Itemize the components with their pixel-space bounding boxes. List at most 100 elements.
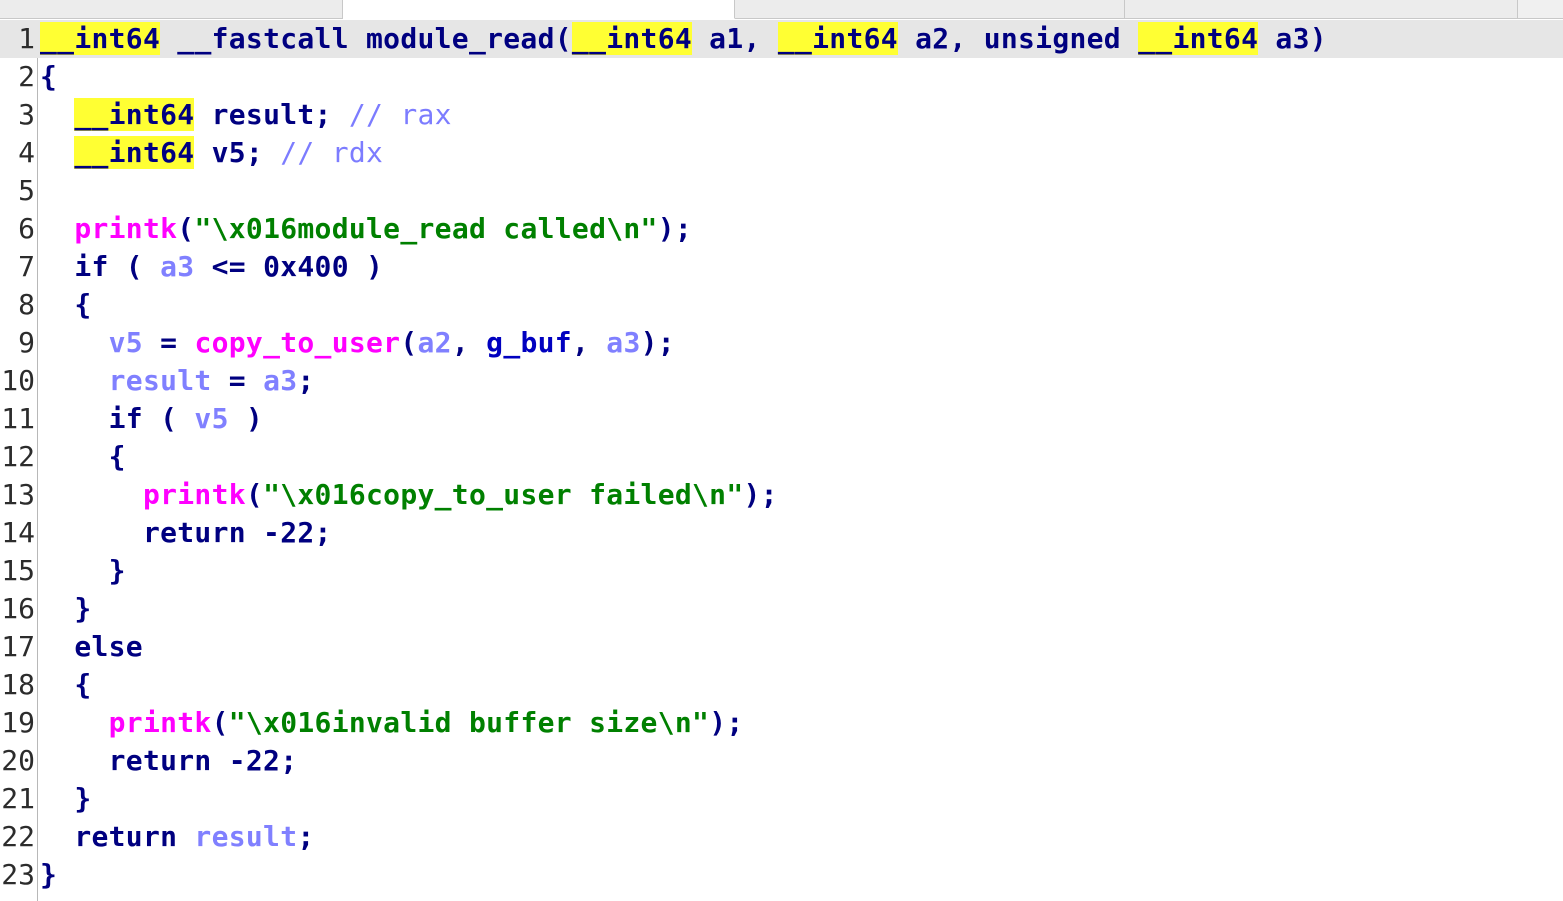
code-token[interactable]: { [40, 288, 91, 321]
code-token[interactable]: v5; [194, 136, 280, 169]
code-text[interactable]: __int64 result; // rax [40, 96, 452, 134]
code-token[interactable] [40, 364, 109, 397]
code-token[interactable]: // rax [349, 98, 452, 131]
code-token[interactable]: "\x016copy_to_user failed\n" [263, 478, 743, 511]
code-line[interactable]: 12 { [0, 438, 1563, 476]
code-text[interactable]: } [40, 552, 126, 590]
code-token[interactable]: a3 [160, 250, 194, 283]
code-token[interactable]: a3 [606, 326, 640, 359]
tab-4[interactable] [1125, 0, 1518, 18]
code-line[interactable]: 22 return result; [0, 818, 1563, 856]
code-token[interactable]: return [40, 820, 194, 853]
code-token[interactable]: printk [74, 212, 177, 245]
code-token[interactable]: printk [143, 478, 246, 511]
tab-1[interactable] [0, 0, 343, 18]
code-token[interactable]: } [40, 554, 126, 587]
code-token[interactable]: "\x016module_read called\n" [194, 212, 657, 245]
code-line[interactable]: 17 else [0, 628, 1563, 666]
code-token[interactable]: a3 [263, 364, 297, 397]
code-line[interactable]: 11 if ( v5 ) [0, 400, 1563, 438]
highlighted-token[interactable]: __int64 [40, 22, 161, 55]
code-token[interactable]: if ( [40, 402, 194, 435]
code-text[interactable]: else [40, 628, 143, 666]
code-text[interactable]: printk("\x016invalid buffer size\n"); [40, 704, 744, 742]
code-line[interactable]: 20 return -22; [0, 742, 1563, 780]
code-token[interactable]: return -22; [40, 516, 332, 549]
code-token[interactable]: } [40, 782, 91, 815]
code-token[interactable]: } [40, 858, 57, 891]
tab-2[interactable] [343, 0, 735, 19]
code-line[interactable]: 14 return -22; [0, 514, 1563, 552]
code-text[interactable]: __int64 __fastcall module_read(__int64 a… [40, 20, 1327, 58]
code-text[interactable]: printk("\x016copy_to_user failed\n"); [40, 476, 778, 514]
code-token[interactable] [40, 326, 109, 359]
code-token[interactable]: { [40, 668, 91, 701]
code-text[interactable]: result = a3; [40, 362, 315, 400]
code-line[interactable]: 2{ [0, 58, 1563, 96]
code-text[interactable]: { [40, 438, 126, 476]
code-token[interactable]: else [40, 630, 143, 663]
code-token[interactable] [40, 98, 74, 131]
code-line[interactable]: 1 __int64 __fastcall module_read(__int64 … [0, 20, 1563, 58]
code-token[interactable]: a1, [692, 22, 778, 55]
code-token[interactable]: // rdx [280, 136, 383, 169]
code-token[interactable]: printk [109, 706, 212, 739]
code-token[interactable]: ; [297, 820, 314, 853]
highlighted-token[interactable]: __int64 [777, 22, 898, 55]
code-token[interactable] [40, 136, 74, 169]
code-line[interactable]: 15 } [0, 552, 1563, 590]
code-token[interactable]: v5 [109, 326, 143, 359]
code-line[interactable]: 23} [0, 856, 1563, 894]
code-text[interactable]: __int64 v5; // rdx [40, 134, 383, 172]
code-line[interactable]: 4 __int64 v5; // rdx [0, 134, 1563, 172]
code-token[interactable]: a3) [1258, 22, 1327, 55]
code-text[interactable]: v5 = copy_to_user(a2, g_buf, a3); [40, 324, 675, 362]
code-token[interactable]: ); [744, 478, 778, 511]
code-token[interactable]: if ( [40, 250, 160, 283]
code-token[interactable]: , [572, 326, 606, 359]
code-token[interactable]: { [40, 440, 126, 473]
code-text[interactable]: return -22; [40, 742, 297, 780]
code-token[interactable]: a2, unsigned [898, 22, 1138, 55]
code-token[interactable]: = [212, 364, 263, 397]
code-token[interactable]: ( [400, 326, 417, 359]
code-token[interactable]: ( [246, 478, 263, 511]
code-text[interactable]: return result; [40, 818, 315, 856]
code-line[interactable]: 19 printk("\x016invalid buffer size\n"); [0, 704, 1563, 742]
code-token[interactable]: __fastcall module_read( [177, 22, 572, 55]
code-line[interactable]: 8 { [0, 286, 1563, 324]
code-text[interactable]: if ( v5 ) [40, 400, 263, 438]
code-token[interactable]: g_buf [486, 326, 572, 359]
code-token[interactable] [40, 212, 74, 245]
highlighted-token[interactable]: __int64 [571, 22, 693, 55]
code-token[interactable] [40, 478, 143, 511]
tab-3[interactable] [735, 0, 1125, 18]
code-token[interactable]: } [40, 592, 91, 625]
code-token[interactable] [40, 706, 109, 739]
code-text[interactable]: } [40, 590, 91, 628]
code-line[interactable]: 13 printk("\x016copy_to_user failed\n"); [0, 476, 1563, 514]
highlighted-token[interactable]: __int64 [1138, 22, 1259, 55]
code-line[interactable]: 6 printk("\x016module_read called\n"); [0, 210, 1563, 248]
code-token[interactable]: ); [658, 212, 692, 245]
code-token[interactable]: ; [297, 364, 314, 397]
code-token[interactable]: ( [177, 212, 194, 245]
code-text[interactable]: { [40, 666, 91, 704]
code-token[interactable]: ); [641, 326, 675, 359]
code-token[interactable]: { [40, 60, 57, 93]
code-line[interactable]: 21 } [0, 780, 1563, 818]
code-text[interactable]: return -22; [40, 514, 332, 552]
code-token[interactable]: "\x016invalid buffer size\n" [229, 706, 709, 739]
code-token[interactable]: result [109, 364, 212, 397]
code-token[interactable]: return -22; [40, 744, 297, 777]
code-token[interactable]: copy_to_user [194, 326, 400, 359]
highlighted-token[interactable]: __int64 [74, 98, 195, 131]
code-text[interactable]: { [40, 286, 91, 324]
code-text[interactable]: } [40, 856, 57, 894]
code-token[interactable]: <= 0x400 ) [194, 250, 383, 283]
code-line[interactable]: 5 [0, 172, 1563, 210]
code-token[interactable]: , [452, 326, 486, 359]
code-line[interactable]: 18 { [0, 666, 1563, 704]
code-text[interactable]: if ( a3 <= 0x400 ) [40, 248, 383, 286]
code-line[interactable]: 7 if ( a3 <= 0x400 ) [0, 248, 1563, 286]
